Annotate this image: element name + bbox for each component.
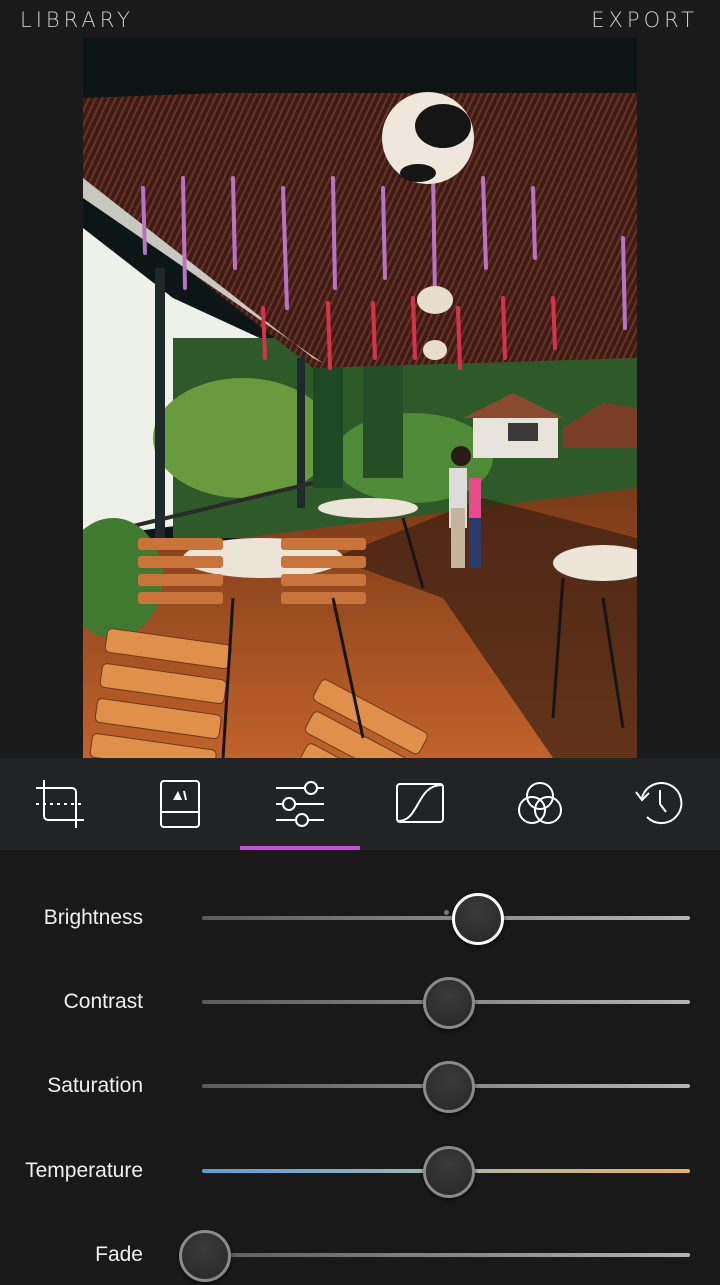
contrast-label: Contrast: [63, 990, 143, 1013]
adjustment-saturation: Saturation: [0, 1056, 720, 1116]
adjustment-brightness: Brightness: [0, 888, 720, 948]
tool-frame[interactable]: [120, 758, 240, 850]
brightness-default-marker: [444, 910, 449, 915]
history-icon: [635, 782, 683, 825]
photo-image: [83, 38, 637, 758]
photo-preview[interactable]: [83, 38, 637, 758]
brightness-slider-thumb[interactable]: [452, 893, 505, 945]
tool-adjust[interactable]: [240, 758, 360, 850]
saturation-slider-thumb[interactable]: [423, 1061, 475, 1113]
contrast-slider-thumb[interactable]: [423, 977, 475, 1029]
edit-toolbar: [0, 758, 720, 850]
tool-crop[interactable]: [0, 758, 120, 850]
color-circles-icon: [518, 782, 562, 824]
temperature-slider-thumb[interactable]: [423, 1146, 475, 1198]
tool-curves[interactable]: [360, 758, 480, 850]
fade-slider-thumb[interactable]: [179, 1230, 231, 1282]
crop-icon: [36, 780, 84, 828]
adjustment-contrast: Contrast: [0, 972, 720, 1032]
fade-track[interactable]: [202, 1253, 690, 1257]
export-button[interactable]: EXPORT: [591, 8, 698, 32]
temperature-label: Temperature: [25, 1159, 143, 1182]
tool-color-mix[interactable]: [480, 758, 600, 850]
sliders-icon: [276, 781, 324, 827]
adjustments-panel: Brightness Contrast Saturation Temperatu…: [0, 850, 720, 1282]
saturation-label: Saturation: [47, 1074, 143, 1097]
curves-icon: [396, 783, 444, 823]
top-bar: LIBRARY EXPORT: [0, 0, 720, 40]
library-button[interactable]: LIBRARY: [20, 8, 134, 32]
brightness-track[interactable]: [202, 916, 690, 920]
adjustment-fade: Fade: [0, 1225, 720, 1285]
fade-label: Fade: [95, 1243, 143, 1266]
tool-history[interactable]: [600, 758, 720, 850]
frame-icon: [160, 780, 200, 828]
brightness-label: Brightness: [43, 906, 143, 929]
adjustment-temperature: Temperature: [0, 1141, 720, 1201]
